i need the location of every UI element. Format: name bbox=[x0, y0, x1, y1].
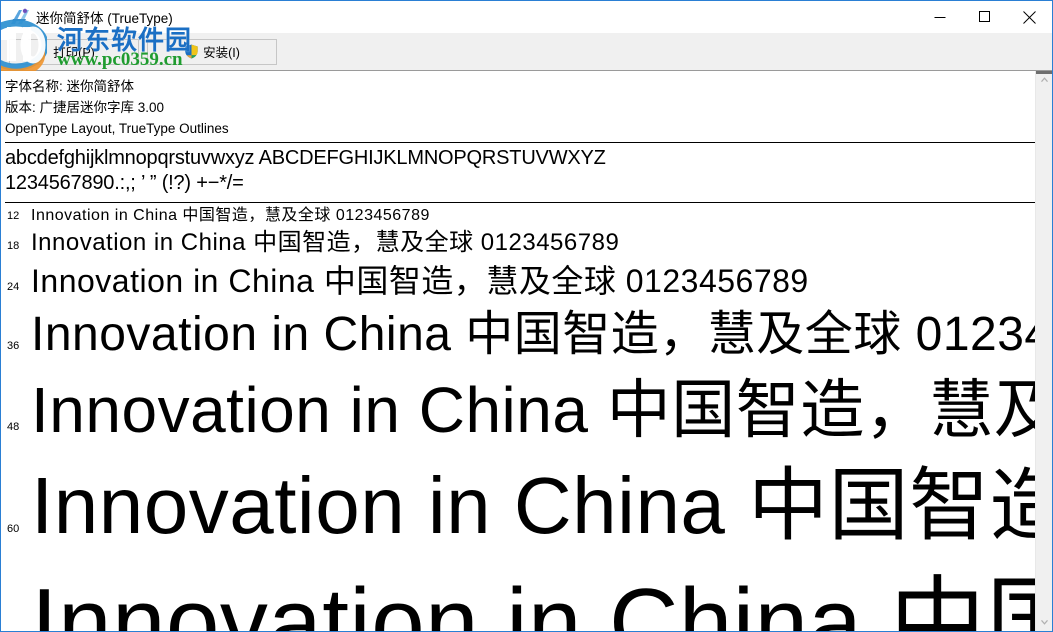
uac-shield-icon bbox=[184, 44, 199, 59]
install-button-label: 安装(I) bbox=[203, 46, 240, 60]
sample-text: Innovation in China 中国智造，慧及全球 0123456789 bbox=[31, 229, 620, 255]
sample-row: 60 Innovation in China 中国智造，慧及全球 01234567… bbox=[5, 442, 1035, 546]
sample-text: Innovation in China 中国智造，慧及全球 0123456789 bbox=[31, 374, 1035, 442]
font-info-block: 字体名称: 迷你简舒体 版本: 广捷居迷你字库 3.00 OpenType La… bbox=[5, 71, 1035, 139]
preview-content: 字体名称: 迷你简舒体 版本: 广捷居迷你字库 3.00 OpenType La… bbox=[1, 71, 1052, 631]
charset-alphabet: abcdefghijklmnopqrstuvwxyz ABCDEFGHIJKLM… bbox=[5, 147, 606, 169]
maximize-button[interactable] bbox=[962, 1, 1007, 33]
install-button[interactable]: 安装(I) bbox=[147, 38, 277, 65]
title-bar: 迷你简舒体 (TrueType) bbox=[1, 1, 1052, 33]
font-version-line: 版本: 广捷居迷你字库 3.00 bbox=[5, 100, 165, 115]
close-button[interactable] bbox=[1007, 1, 1052, 33]
sample-size-label: 48 bbox=[7, 421, 20, 433]
sample-row: 72Innovation in China 中国智造，慧及全球 01234567… bbox=[5, 546, 1035, 632]
font-preview-page: 字体名称: 迷你简舒体 版本: 广捷居迷你字库 3.00 OpenType La… bbox=[1, 71, 1035, 631]
sample-text: Innovation in China 中国智造，慧及全球 0123456789 bbox=[31, 461, 1035, 546]
window-title: 迷你简舒体 (TrueType) bbox=[36, 11, 173, 26]
sample-text: Innovation in China 中国智造，慧及全球 0123456789 bbox=[31, 308, 1035, 359]
sample-size-label: 24 bbox=[7, 281, 20, 293]
chevron-up-icon[interactable] bbox=[1036, 71, 1052, 88]
font-name-line: 字体名称: 迷你简舒体 bbox=[5, 79, 135, 94]
charset-digits-punctuation: 1234567890.:,; ’ ” (!?) +−*/= bbox=[5, 172, 244, 194]
sample-row: 48 Innovation in China 中国智造，慧及全球 01234567… bbox=[5, 359, 1035, 442]
print-button-label: 打印(P) bbox=[53, 46, 95, 60]
print-button[interactable]: 打印(P) bbox=[9, 38, 139, 65]
vertical-scrollbar[interactable] bbox=[1035, 71, 1052, 631]
font-file-icon bbox=[9, 7, 31, 27]
sample-size-label: 60 bbox=[7, 523, 20, 535]
sample-size-label: 18 bbox=[7, 240, 20, 252]
sample-row: 18 Innovation in China 中国智造，慧及全球 01234567… bbox=[5, 224, 1035, 255]
sample-size-label: 36 bbox=[7, 340, 20, 352]
sample-text: Innovation in China 中国智造，慧及全球 0123456789 bbox=[31, 207, 430, 224]
font-preview-window: 迷你简舒体 (TrueType) 打印(P) 安装(I) 字体名称: 迷你简舒体… bbox=[0, 0, 1053, 632]
sample-row: 24 Innovation in China 中国智造，慧及全球 01234567… bbox=[5, 255, 1035, 297]
sample-text: Innovation in China 中国智造，慧及全球 0123456789 bbox=[31, 569, 1035, 632]
sample-text: Innovation in China 中国智造，慧及全球 0123456789 bbox=[31, 263, 809, 297]
sample-row: 12 Innovation in China 中国智造，慧及全球 01234567… bbox=[5, 203, 1035, 224]
chevron-down-icon[interactable] bbox=[1036, 614, 1052, 631]
sample-size-list: 12 Innovation in China 中国智造，慧及全球 01234567… bbox=[5, 203, 1035, 632]
sample-size-label: 12 bbox=[7, 210, 20, 222]
font-outlines-line: OpenType Layout, TrueType Outlines bbox=[5, 121, 229, 136]
charset-block: abcdefghijklmnopqrstuvwxyz ABCDEFGHIJKLM… bbox=[5, 143, 1035, 199]
window-controls bbox=[917, 1, 1052, 33]
toolbar: 打印(P) 安装(I) bbox=[1, 33, 1052, 71]
sample-row: 36 Innovation in China 中国智造，慧及全球 01234567… bbox=[5, 297, 1035, 359]
minimize-button[interactable] bbox=[917, 1, 962, 33]
